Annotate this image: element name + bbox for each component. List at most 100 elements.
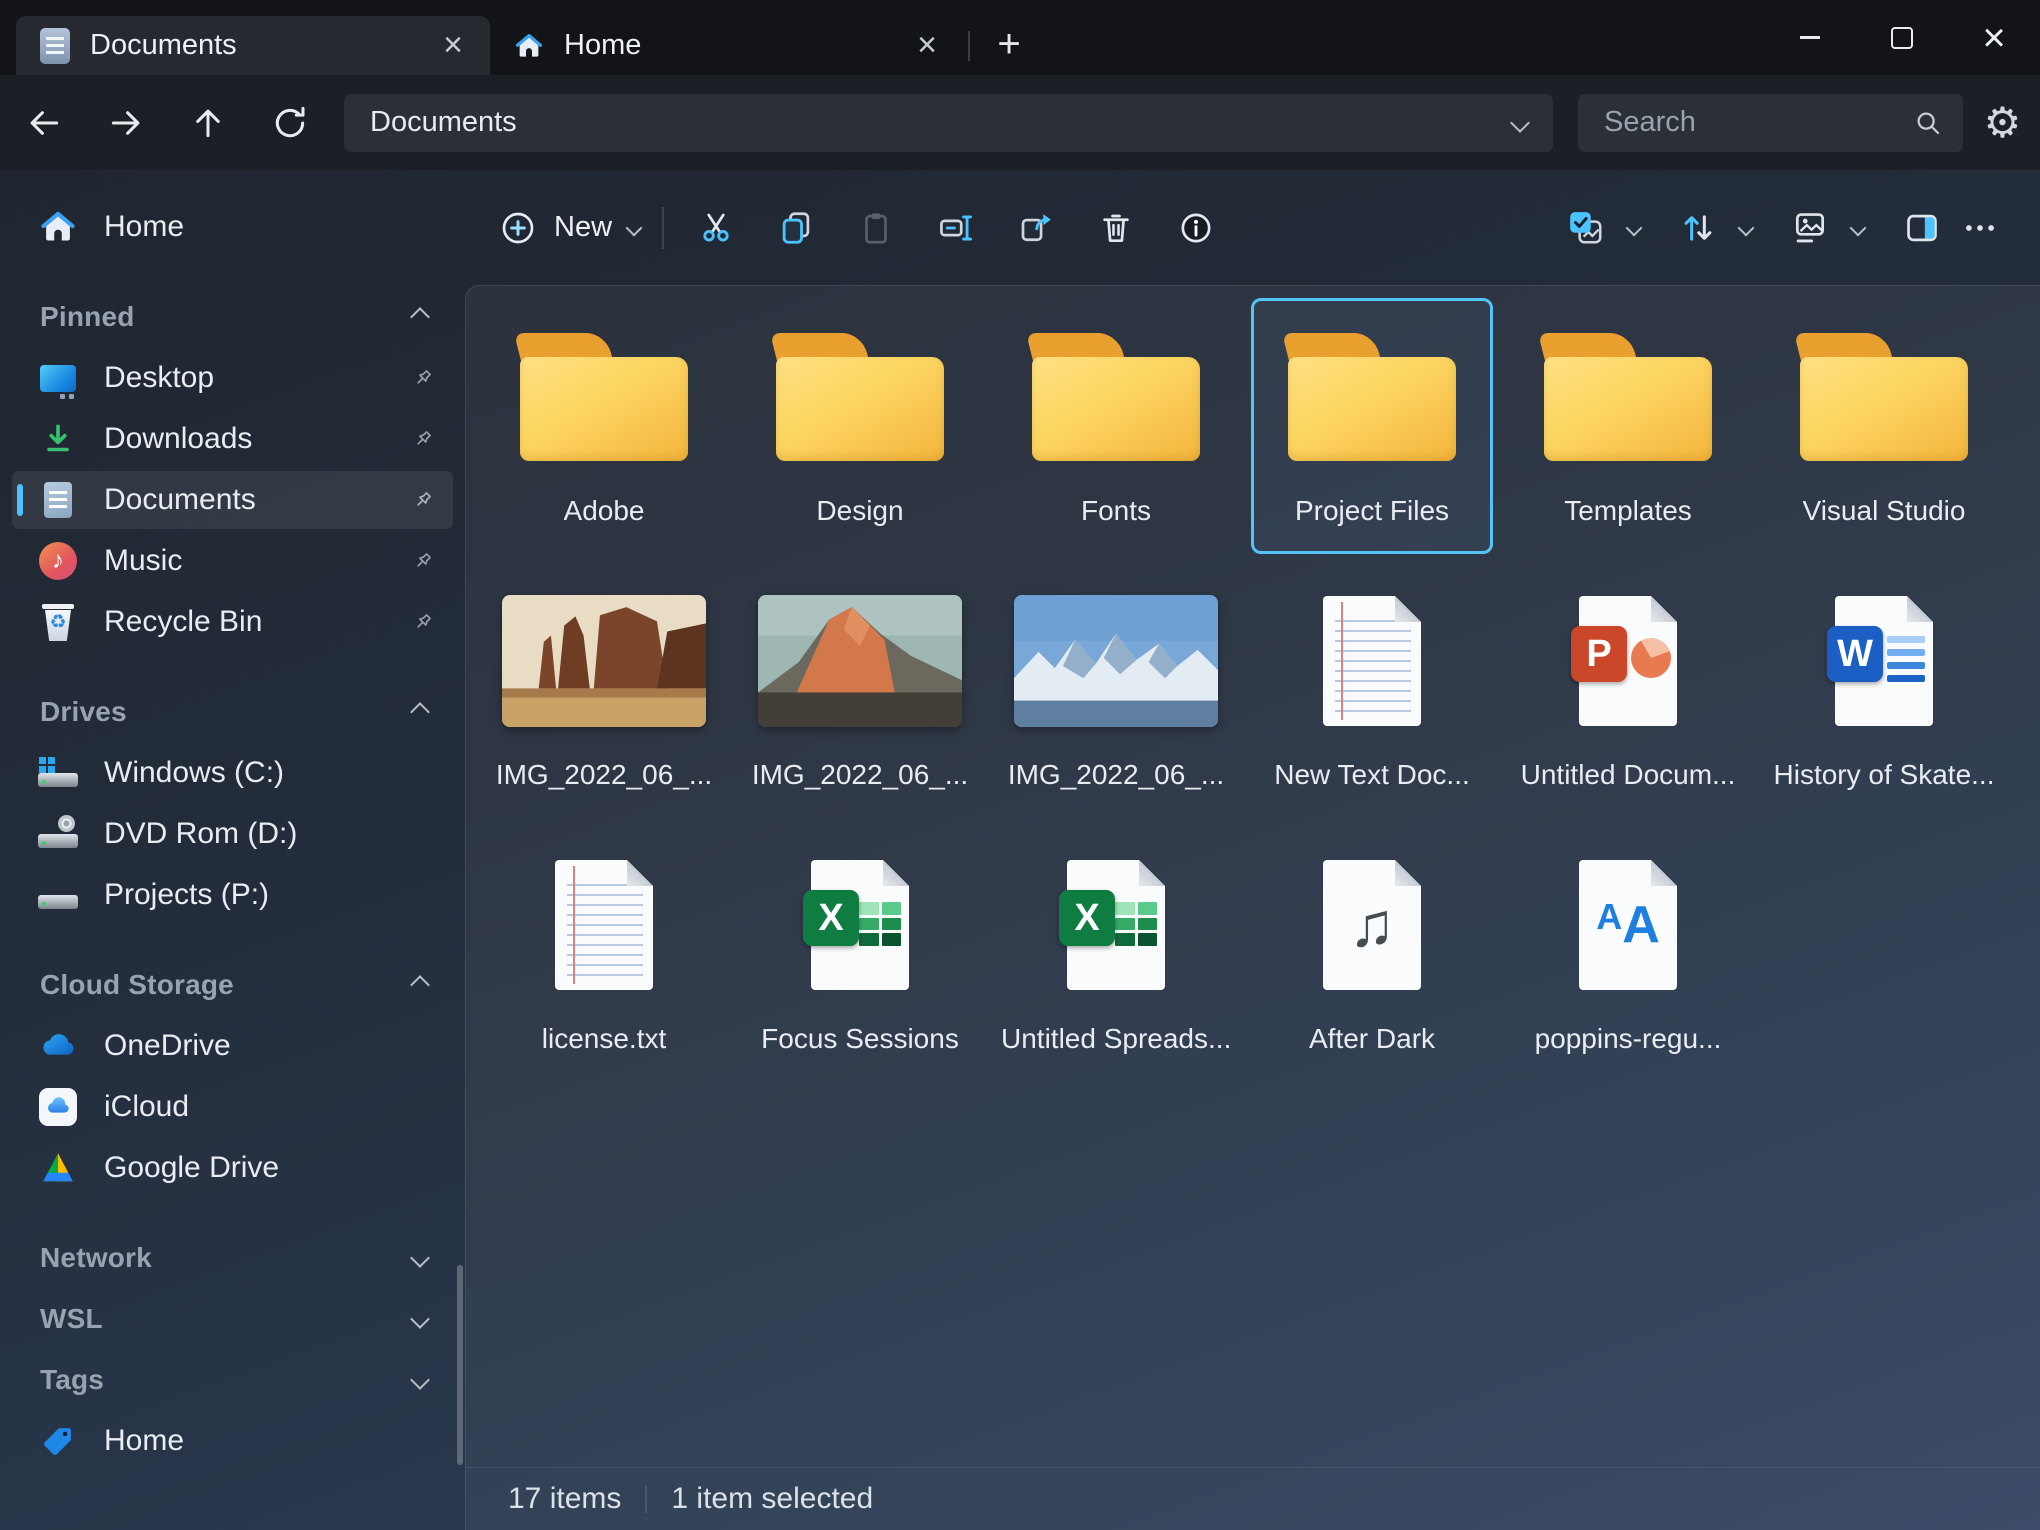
drive-icon <box>38 875 78 915</box>
sort-button[interactable] <box>1670 200 1726 256</box>
file-item[interactable]: Visual Studio <box>1763 298 2005 554</box>
up-button[interactable] <box>180 95 236 151</box>
share-icon <box>1017 209 1055 247</box>
file-item[interactable]: Templates <box>1507 298 1749 554</box>
sidebar-item-music[interactable]: Music <box>12 532 453 590</box>
pin-icon[interactable] <box>411 366 435 390</box>
refresh-button[interactable] <box>262 95 318 151</box>
file-item[interactable]: poppins-regu... <box>1507 826 1749 1082</box>
file-item[interactable]: Design <box>739 298 981 554</box>
file-item[interactable]: New Text Doc... <box>1251 562 1493 818</box>
file-item[interactable]: IMG_2022_06_... <box>483 562 725 818</box>
sidebar-item-onedrive[interactable]: OneDrive <box>12 1017 453 1075</box>
sidebar-section-cloud-storage[interactable]: Cloud Storage <box>12 956 453 1014</box>
sidebar-section-wsl[interactable]: WSL <box>12 1290 453 1348</box>
icloud-icon <box>38 1087 78 1127</box>
close-tab-icon[interactable]: × <box>432 25 474 67</box>
file-panel: Adobe Design Fonts Project Files <box>465 285 2040 1530</box>
sidebar-item-google-drive[interactable]: Google Drive <box>12 1139 453 1197</box>
layout-dropdown[interactable] <box>1840 200 1876 256</box>
sidebar-item-recycle-bin[interactable]: Recycle Bin <box>12 593 453 651</box>
file-item[interactable]: IMG_2022_06_... <box>739 562 981 818</box>
home-icon <box>514 31 544 61</box>
file-item[interactable]: P Untitled Docum... <box>1507 562 1749 818</box>
chevron-down-icon <box>410 1248 430 1268</box>
file-name: Design <box>816 495 903 527</box>
sidebar-section-pinned[interactable]: Pinned <box>12 288 453 346</box>
pin-icon[interactable] <box>411 610 435 634</box>
address-path: Documents <box>370 106 517 139</box>
file-name: Untitled Spreads... <box>1001 1023 1231 1055</box>
tab-documents[interactable]: Documents × <box>16 16 490 75</box>
sidebar-item-desktop[interactable]: Desktop <box>12 349 453 407</box>
pin-icon[interactable] <box>411 488 435 512</box>
sidebar-item-projects-p[interactable]: Projects (P:) <box>12 866 453 924</box>
close-window-button[interactable]: × <box>1948 0 2040 75</box>
selection-dropdown[interactable] <box>1616 200 1652 256</box>
paste-icon <box>857 209 895 247</box>
layout-icon <box>1791 209 1829 247</box>
selection-toggle-button[interactable] <box>1558 200 1614 256</box>
tag-icon <box>38 1421 78 1461</box>
sidebar-item-windows-c[interactable]: Windows (C:) <box>12 744 453 802</box>
chevron-down-icon <box>410 1370 430 1390</box>
sidebar-section-tags[interactable]: Tags <box>12 1351 453 1409</box>
sidebar-item-documents[interactable]: Documents <box>12 471 453 529</box>
back-button[interactable] <box>16 95 72 151</box>
file-item[interactable]: license.txt <box>483 826 725 1082</box>
navigation-toolbar: Documents Search ⚙ <box>0 75 2040 170</box>
sidebar-item-downloads[interactable]: Downloads <box>12 410 453 468</box>
forward-arrow-icon <box>107 104 145 142</box>
tab-home[interactable]: Home × <box>490 16 964 75</box>
file-name: IMG_2022_06_... <box>752 759 968 791</box>
close-tab-icon[interactable]: × <box>906 25 948 67</box>
new-tab-button[interactable]: + <box>982 17 1036 71</box>
sidebar-item-dvd-d[interactable]: DVD Rom (D:) <box>12 805 453 863</box>
cut-button[interactable] <box>688 200 744 256</box>
paste-button[interactable] <box>848 200 904 256</box>
forward-button[interactable] <box>98 95 154 151</box>
search-input[interactable]: Search <box>1578 94 1963 152</box>
sort-dropdown[interactable] <box>1728 200 1764 256</box>
file-item[interactable]: IMG_2022_06_... <box>995 562 1237 818</box>
minimize-button[interactable] <box>1764 0 1856 75</box>
pin-icon[interactable] <box>411 427 435 451</box>
file-item-selected[interactable]: Project Files <box>1251 298 1493 554</box>
details-pane-button[interactable] <box>1894 200 1950 256</box>
sidebar-scrollbar[interactable] <box>457 1265 463 1465</box>
maximize-button[interactable] <box>1856 0 1948 75</box>
search-icon <box>1913 108 1943 138</box>
more-options-button[interactable] <box>1952 200 2008 256</box>
chevron-down-icon[interactable] <box>1510 113 1530 133</box>
powerpoint-file-icon: P <box>1579 596 1677 726</box>
file-name: Fonts <box>1081 495 1151 527</box>
file-item[interactable]: W History of Skate... <box>1763 562 2005 818</box>
up-arrow-icon <box>189 104 227 142</box>
sidebar-item-home[interactable]: Home <box>12 198 453 256</box>
delete-button[interactable] <box>1088 200 1144 256</box>
pin-icon[interactable] <box>411 549 435 573</box>
audio-file-icon <box>1323 860 1421 990</box>
sidebar-section-network[interactable]: Network <box>12 1229 453 1287</box>
sidebar-section-drives[interactable]: Drives <box>12 683 453 741</box>
address-bar[interactable]: Documents <box>344 94 1553 152</box>
file-item[interactable]: X Focus Sessions <box>739 826 981 1082</box>
sidebar-item-tag-home[interactable]: Home <box>12 1412 453 1470</box>
tab-divider <box>968 31 970 61</box>
command-divider <box>662 207 664 249</box>
share-button[interactable] <box>1008 200 1064 256</box>
file-name: license.txt <box>542 1023 667 1055</box>
file-item[interactable]: X Untitled Spreads... <box>995 826 1237 1082</box>
properties-button[interactable] <box>1168 200 1224 256</box>
file-name: poppins-regu... <box>1535 1023 1722 1055</box>
settings-button[interactable]: ⚙ <box>1981 95 2024 151</box>
new-button[interactable]: New <box>490 200 648 256</box>
copy-button[interactable] <box>768 200 824 256</box>
sidebar-item-icloud[interactable]: iCloud <box>12 1078 453 1136</box>
rename-button[interactable] <box>928 200 984 256</box>
layout-button[interactable] <box>1782 200 1838 256</box>
file-item[interactable]: After Dark <box>1251 826 1493 1082</box>
file-item[interactable]: Fonts <box>995 298 1237 554</box>
file-item[interactable]: Adobe <box>483 298 725 554</box>
tab-label: Home <box>564 29 641 62</box>
